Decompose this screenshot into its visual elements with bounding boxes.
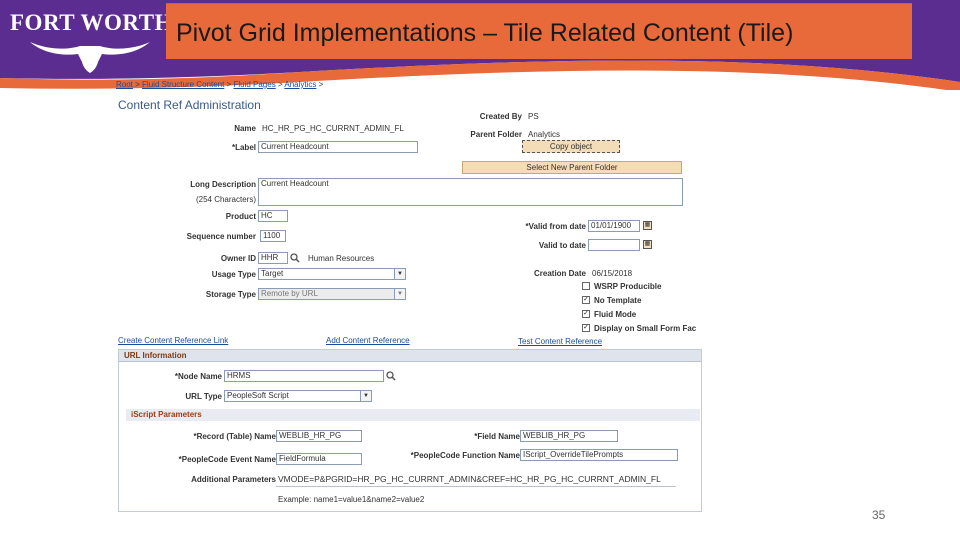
name-value: HC_HR_PG_HC_CURRNT_ADMIN_FL — [262, 124, 404, 133]
long-description-hint: (254 Characters) — [195, 195, 256, 204]
small-form-factor-label: Display on Small Form Fac — [594, 324, 697, 333]
owner-id-input[interactable]: HHR — [258, 252, 288, 264]
wsrp-producible-label: WSRP Producible — [594, 282, 662, 291]
valid-from-label: *Valid from date — [525, 222, 586, 231]
fort-worth-logo: FORT WORTH — [10, 8, 172, 73]
chevron-down-icon: ▼ — [394, 289, 405, 299]
field-name-input[interactable]: WEBLIB_HR_PG — [520, 430, 618, 442]
calendar-icon[interactable]: ▦ — [643, 221, 652, 230]
breadcrumb-separator: > — [226, 80, 232, 89]
breadcrumb-separator: > — [135, 80, 140, 89]
storage-type-label: Storage Type — [205, 290, 256, 299]
breadcrumb-separator: > — [277, 80, 283, 89]
creation-date-value: 06/15/2018 — [592, 269, 633, 278]
storage-type-select: Remote by URL ▼ — [258, 288, 406, 300]
peoplecode-function-label: *PeopleCode Function Name — [410, 451, 520, 460]
name-label: Name — [234, 124, 256, 133]
wsrp-producible-checkbox[interactable] — [582, 282, 590, 290]
valid-to-input[interactable] — [588, 239, 640, 251]
slide-title: Pivot Grid Implementations – Tile Relate… — [176, 19, 794, 47]
no-template-label: No Template — [594, 296, 642, 305]
breadcrumb-fluid-structure[interactable]: Fluid Structure Content — [142, 80, 224, 89]
iscript-parameters-header: iScript Parameters — [126, 409, 700, 421]
test-content-reference-link[interactable]: Test Content Reference — [518, 337, 602, 346]
breadcrumb-root[interactable]: Root — [116, 80, 133, 89]
fluid-mode-label: Fluid Mode — [594, 310, 637, 319]
url-information-header: URL Information — [119, 350, 701, 362]
url-type-label: URL Type — [185, 392, 222, 401]
no-template-checkbox[interactable]: ✓ — [582, 296, 590, 304]
breadcrumb: Root > Fluid Structure Content > Fluid P… — [116, 80, 323, 89]
creation-date-label: Creation Date — [533, 269, 586, 278]
owner-id-label: Owner ID — [220, 254, 256, 263]
small-form-factor-checkbox[interactable]: ✓ — [582, 324, 590, 332]
node-name-input[interactable]: HRMS — [224, 370, 384, 382]
page-number: 35 — [872, 508, 886, 522]
breadcrumb-separator: > — [318, 80, 324, 89]
usage-type-label: Usage Type — [211, 270, 256, 279]
created-by-label: Created By — [479, 112, 522, 121]
peoplecode-event-input[interactable]: FieldFormula — [276, 453, 362, 465]
long-description-textarea[interactable]: Current Headcount — [258, 178, 683, 206]
sequence-label: Sequence number — [186, 232, 256, 241]
usage-type-value: Target — [261, 269, 284, 278]
content-ref-admin-screenshot: Root > Fluid Structure Content > Fluid P… — [112, 74, 708, 514]
page-title: Content Ref Administration — [118, 98, 261, 112]
copy-object-button[interactable]: Copy object — [522, 140, 620, 153]
fluid-mode-checkbox[interactable]: ✓ — [582, 310, 590, 318]
record-name-label: *Record (Table) Name — [193, 432, 276, 441]
parent-folder-label: Parent Folder — [470, 130, 522, 139]
product-input[interactable]: HC — [258, 210, 288, 222]
example-hint: Example: name1=value1&name2=value2 — [278, 495, 425, 504]
node-name-label: *Node Name — [174, 372, 222, 381]
peoplecode-event-label: *PeopleCode Event Name — [178, 455, 276, 464]
usage-type-select[interactable]: Target ▼ — [258, 268, 406, 280]
title-box: Pivot Grid Implementations – Tile Relate… — [166, 3, 912, 59]
input-underline — [276, 486, 676, 487]
peoplecode-function-input[interactable]: IScript_OverrideTilePrompts — [520, 449, 678, 461]
field-name-label: *Field Name — [474, 432, 520, 441]
url-type-value: PeopleSoft Script — [227, 391, 289, 400]
valid-from-input[interactable]: 01/01/1900 — [588, 220, 640, 232]
owner-description: Human Resources — [308, 254, 375, 263]
lookup-icon[interactable] — [386, 371, 396, 381]
breadcrumb-fluid-pages[interactable]: Fluid Pages — [233, 80, 275, 89]
create-content-reference-link[interactable]: Create Content Reference Link — [118, 336, 228, 345]
long-description-label: Long Description — [190, 180, 256, 189]
select-parent-folder-button[interactable]: Select New Parent Folder — [462, 161, 682, 174]
product-label: Product — [225, 212, 256, 221]
url-type-select[interactable]: PeopleSoft Script ▼ — [224, 390, 372, 402]
calendar-icon[interactable]: ▦ — [643, 240, 652, 249]
valid-to-label: Valid to date — [538, 241, 586, 250]
longhorn-icon — [30, 42, 150, 73]
additional-parameters-label: Additional Parameters — [191, 475, 276, 484]
additional-parameters-input[interactable]: VMODE=P&PGRID=HR_PG_HC_CURRNT_ADMIN&CREF… — [278, 474, 661, 484]
chevron-down-icon: ▼ — [360, 391, 371, 401]
parent-folder-value: Analytics — [528, 130, 561, 139]
add-content-reference-link[interactable]: Add Content Reference — [326, 336, 410, 345]
logo-text: FORT WORTH — [10, 10, 173, 35]
chevron-down-icon: ▼ — [394, 269, 405, 279]
record-name-input[interactable]: WEBLIB_HR_PG — [276, 430, 362, 442]
label-input[interactable]: Current Headcount — [258, 141, 418, 153]
lookup-icon[interactable] — [290, 253, 300, 263]
breadcrumb-analytics[interactable]: Analytics — [284, 80, 316, 89]
created-by-value: PS — [528, 112, 539, 121]
label-label: *Label — [231, 143, 256, 152]
sequence-input[interactable]: 1100 — [260, 230, 286, 242]
storage-type-value: Remote by URL — [261, 289, 318, 298]
